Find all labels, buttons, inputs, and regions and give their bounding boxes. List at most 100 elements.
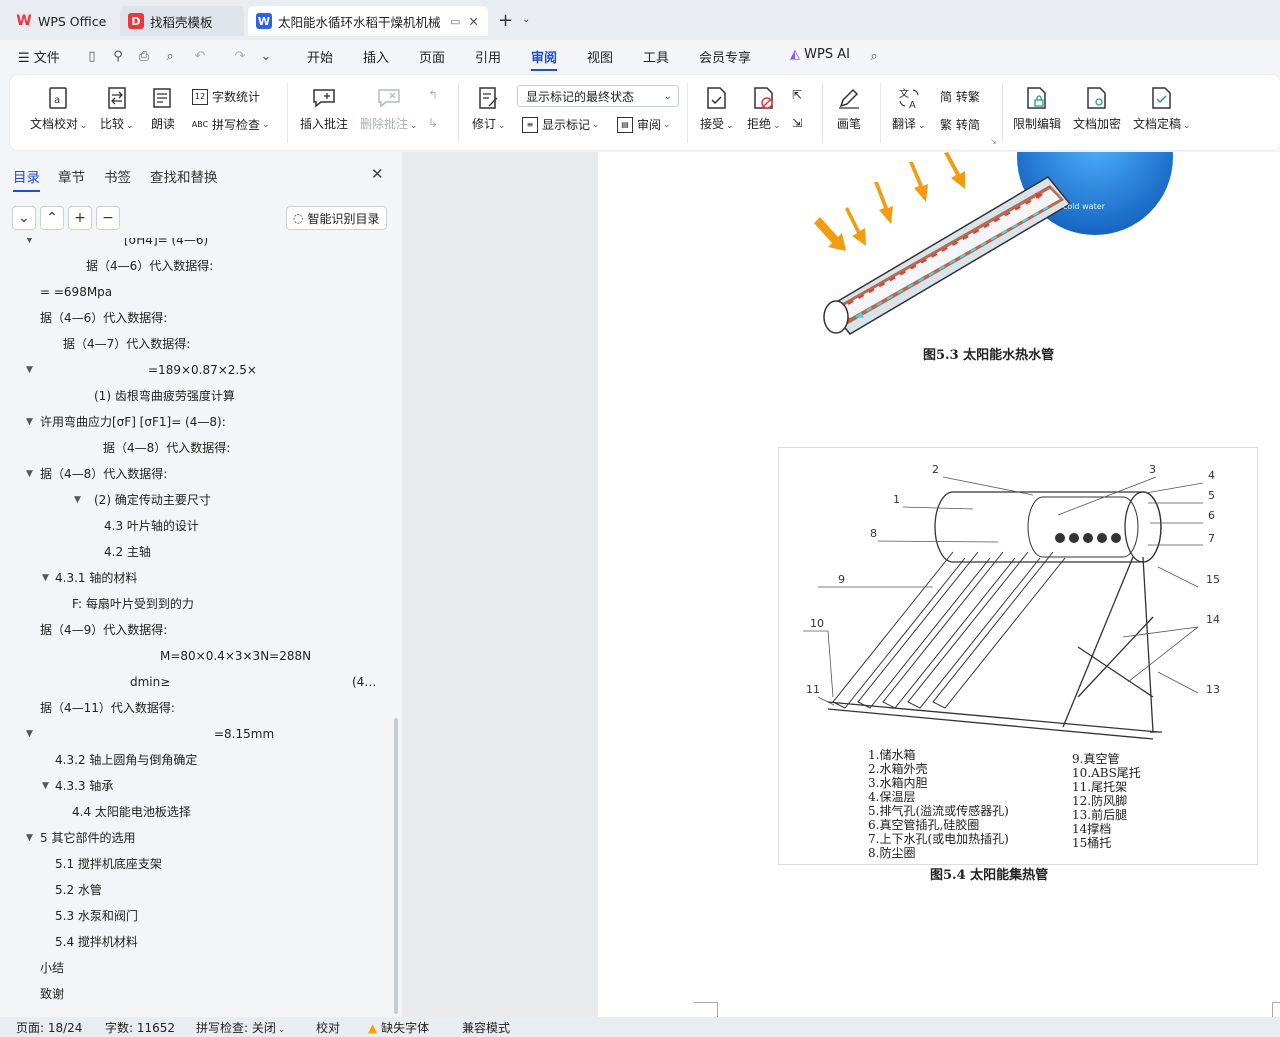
chevron-down-icon[interactable]: ⌄ [522,14,530,25]
restrict-edit-button[interactable]: 限制编辑 [1013,85,1061,132]
print-preview-icon[interactable]: ⌕ [160,46,180,66]
menu-tab-member[interactable]: 会员专享 [699,47,751,66]
spell-check-button[interactable]: ABC 拼写检查 ⌄ [192,116,270,133]
menu-tab-review[interactable]: 审阅 [531,47,558,71]
expand-arrow-icon[interactable]: ▼ [26,238,33,245]
more-chevron-icon[interactable]: ⌄ [256,46,276,66]
markup-state-select[interactable]: 显示标记的最终状态 ⌄ [517,85,679,107]
tab-document[interactable]: W 太阳能水循环水稻干燥机机械 ▭ ✕ [248,6,488,36]
expand-down-icon[interactable]: ⌄ [12,206,36,230]
toc-item[interactable]: 小结 [40,958,64,978]
toc-item[interactable]: (2) 确定传动主要尺寸 [94,490,211,510]
redo-icon[interactable]: ↷ [230,46,250,66]
toc-item[interactable]: 5.1 搅拌机底座支架 [55,854,162,874]
toc-item[interactable]: dmin≥ [130,672,170,692]
toc-item[interactable]: 据（4—7）代入数据得: [63,334,190,354]
smart-toc-button[interactable]: ◌ 智能识别目录 [286,206,387,230]
missing-font-status[interactable]: ▲ 缺失字体 [368,1019,429,1036]
wps-ai-button[interactable]: ◭ WPS AI [790,47,850,62]
expand-arrow-icon[interactable]: ▼ [42,573,49,583]
spell-check-status[interactable]: 拼写检查: 关闭 ⌄ [196,1019,285,1036]
toc-item[interactable]: 据（4—9）代入数据得: [40,620,167,640]
finalize-button[interactable]: 文档定稿 ⌄ [1133,85,1191,132]
nav-tab-toc[interactable]: 目录 [13,166,40,192]
nav-tab-bookmarks[interactable]: 书签 [104,166,131,186]
toc-item[interactable]: 5 其它部件的选用 [40,828,135,848]
toc-item[interactable]: 4.3.1 轴的材料 [55,568,137,588]
compare-button[interactable]: 比较 ⌄ [100,85,134,132]
new-tab-icon[interactable]: + [498,10,513,31]
expand-arrow-icon[interactable]: ▼ [74,495,81,505]
read-aloud-button[interactable]: 朗读 [150,85,176,132]
toc-item[interactable]: 4.3.2 轴上圆角与倒角确定 [55,750,197,770]
toc-item[interactable]: 4.4 太阳能电池板选择 [72,802,191,822]
accept-button[interactable]: 接受 ⌄ [700,85,734,132]
toc-item[interactable]: [σH4]= (4—6) [124,238,208,250]
menu-tab-view[interactable]: 视图 [587,47,613,66]
expand-arrow-icon[interactable]: ▼ [26,417,33,427]
encrypt-button[interactable]: 文档加密 [1073,85,1121,132]
expand-arrow-icon[interactable]: ▼ [26,469,33,479]
expand-arrow-icon[interactable]: ▼ [26,833,33,843]
toc-item[interactable]: (4… [352,672,376,692]
toc-item[interactable]: 5.4 搅拌机材料 [55,932,138,952]
share-link-icon[interactable]: ⚲ [108,46,128,66]
toc-item[interactable]: 据（4—6）代入数据得: [40,308,167,328]
prev-change-icon[interactable]: ⇱ [792,88,802,102]
reject-button[interactable]: 拒绝 ⌄ [747,85,781,132]
doc-check-button[interactable]: a 文档校对 ⌄ [30,85,88,132]
toc-item[interactable]: =8.15mm [214,724,274,744]
simp-to-trad-button[interactable]: 简 转繁 [940,88,980,105]
toc-item[interactable]: =189×0.87×2.5× [148,360,257,380]
expand-arrow-icon[interactable]: ▼ [26,729,33,739]
expand-arrow-icon[interactable]: ▼ [42,781,49,791]
toc-item[interactable]: 许用弯曲应力[σF] [σF1]= (4—8): [40,412,226,432]
prev-comment-icon[interactable]: ↰ [428,88,438,102]
document-page[interactable]: cold water 图5.3 太阳能水热水管 1 2 3 4 5 6 7 8 … [598,152,1280,1017]
expand-corner-icon[interactable]: ↘ [990,137,997,146]
tab-wps-office[interactable]: W WPS Office [8,6,116,36]
next-comment-icon[interactable]: ↳ [428,116,438,130]
word-count-status[interactable]: 字数: 11652 [105,1019,175,1036]
translate-button[interactable]: 文A 翻译 ⌄ [892,85,926,132]
toc-item[interactable]: 致谢 [40,984,64,1004]
page-indicator[interactable]: 页面: 18/24 [16,1019,82,1036]
toc-item[interactable]: 4.3 叶片轴的设计 [104,516,199,536]
toc-item[interactable]: (1) 齿根弯曲疲劳强度计算 [94,386,235,406]
revise-button[interactable]: 修订 ⌄ [472,85,506,132]
search-icon[interactable]: ⌕ [864,46,884,66]
expand-arrow-icon[interactable]: ▼ [26,365,33,375]
toc-item[interactable]: 4.3.3 轴承 [55,776,113,796]
pen-button[interactable]: 画笔 [836,85,862,132]
toc-item[interactable]: 据（4—6）代入数据得: [86,256,213,276]
toc-item[interactable]: M=80×0.4×3×3N=288N [160,646,311,666]
delete-comment-button[interactable]: 删除批注 ⌄ [360,85,418,132]
menu-tab-tools[interactable]: 工具 [643,47,669,66]
close-pane-icon[interactable]: ✕ [371,165,384,183]
close-tab-icon[interactable]: ✕ [468,14,478,29]
toc-item[interactable]: 5.3 水泵和阀门 [55,906,138,926]
tab-daoke-template[interactable]: D 找稻壳模板 [120,6,244,36]
toc-item[interactable]: F: 每扇叶片受到到的力 [72,594,194,614]
show-markup-button[interactable]: ≡ 显示标记 ⌄ [522,116,600,133]
toc-item[interactable]: = =698Mpa [40,282,112,302]
save-icon[interactable]: ▯ [82,46,102,66]
proof-status[interactable]: 校对 [316,1019,340,1036]
menu-tab-insert[interactable]: 插入 [363,47,389,66]
word-count-button[interactable]: 12 字数统计 [192,88,260,105]
menu-tab-page[interactable]: 页面 [419,47,445,66]
print-icon[interactable]: ⎙ [134,46,154,66]
menu-tab-home[interactable]: 开始 [307,47,333,66]
toc-scrollbar[interactable] [394,718,398,1014]
toc-item[interactable]: 5.2 水管 [55,880,102,900]
review-pane-button[interactable]: ▤ 审阅 ⌄ [617,116,671,133]
toc-item[interactable]: 据（4—8）代入数据得: [103,438,230,458]
next-change-icon[interactable]: ⇲ [792,116,802,130]
remove-heading-icon[interactable]: − [96,206,120,230]
toc-item[interactable]: 据（4—11）代入数据得: [40,698,175,718]
nav-tab-find-replace[interactable]: 查找和替换 [150,166,218,186]
toc-item[interactable]: 据（4—8）代入数据得: [40,464,167,484]
add-heading-icon[interactable]: + [68,206,92,230]
insert-comment-button[interactable]: 插入批注 [300,85,348,132]
collapse-up-icon[interactable]: ⌃ [40,206,64,230]
